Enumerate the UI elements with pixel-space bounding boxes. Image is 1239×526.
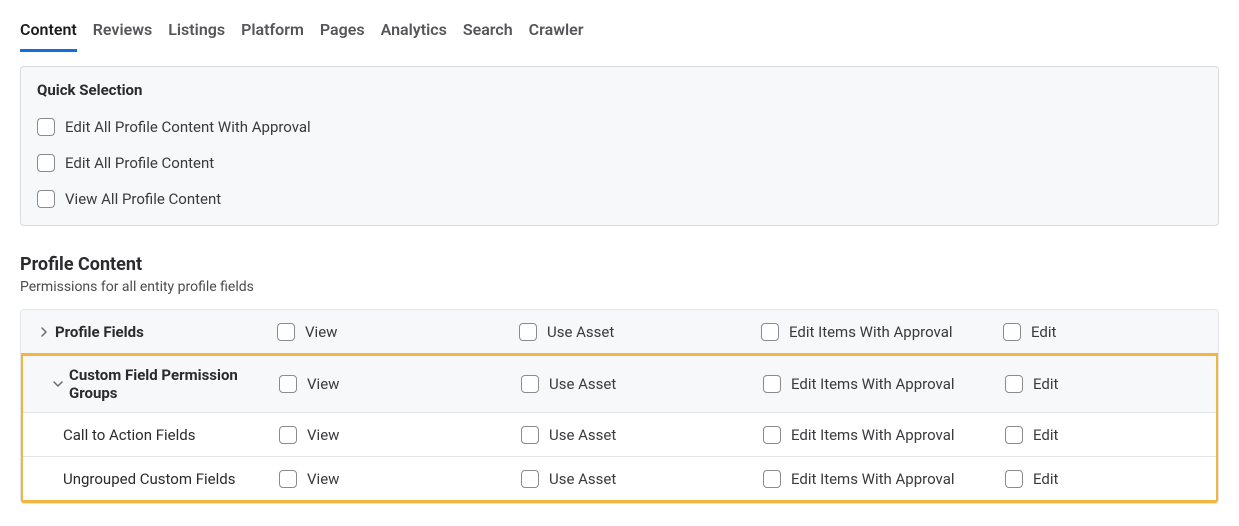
tab-crawler[interactable]: Crawler — [529, 14, 584, 52]
tab-bar: Content Reviews Listings Platform Pages … — [20, 0, 1219, 52]
checkbox-edit[interactable] — [1005, 470, 1023, 488]
chevron-down-icon — [53, 379, 63, 389]
quick-edit-all-row: Edit All Profile Content — [37, 145, 1202, 181]
perm-label: View — [307, 375, 339, 393]
label-edit-all: Edit All Profile Content — [65, 154, 214, 172]
row-label-profile-fields[interactable]: Profile Fields — [21, 313, 277, 351]
quick-selection-title: Quick Selection — [37, 81, 1202, 99]
perm-view-profile-fields: View — [277, 323, 519, 341]
quick-view-all-row: View All Profile Content — [37, 181, 1202, 217]
perm-useasset-ungrouped: Use Asset — [521, 470, 763, 488]
tab-analytics[interactable]: Analytics — [381, 14, 447, 52]
perm-label: Edit — [1033, 470, 1058, 488]
checkbox-edit-all-approval[interactable] — [37, 118, 55, 136]
perm-label: View — [307, 470, 339, 488]
checkbox-use-asset[interactable] — [521, 470, 539, 488]
checkbox-view-all[interactable] — [37, 190, 55, 208]
checkbox-edit[interactable] — [1003, 323, 1021, 341]
tab-platform[interactable]: Platform — [241, 14, 304, 52]
row-label-text: Ungrouped Custom Fields — [63, 470, 235, 488]
perm-label: Use Asset — [547, 323, 614, 341]
perm-label: Edit Items With Approval — [791, 470, 955, 488]
profile-content-title: Profile Content — [20, 254, 1219, 275]
perm-label: Edit — [1033, 375, 1058, 393]
perm-label: Edit — [1031, 323, 1056, 341]
row-label-text: Profile Fields — [55, 323, 144, 341]
perm-editapproval-cfpg: Edit Items With Approval — [763, 375, 1005, 393]
perm-view-cfpg: View — [279, 375, 521, 393]
perm-label: Edit Items With Approval — [791, 375, 955, 393]
row-label-ungrouped: Ungrouped Custom Fields — [23, 460, 279, 498]
perm-editapproval-cta: Edit Items With Approval — [763, 426, 1005, 444]
perm-label: Edit Items With Approval — [789, 323, 953, 341]
row-label-cfpg[interactable]: Custom Field Permission Groups — [23, 356, 279, 412]
perm-row-ungrouped: Ungrouped Custom Fields View Use Asset E… — [23, 456, 1216, 500]
highlight-custom-field-group: Custom Field Permission Groups View Use … — [20, 353, 1219, 503]
perm-edit-cfpg: Edit — [1005, 375, 1216, 393]
tab-search[interactable]: Search — [463, 14, 513, 52]
perm-edit-cta: Edit — [1005, 426, 1216, 444]
perm-row-cta: Call to Action Fields View Use Asset Edi… — [23, 412, 1216, 456]
quick-selection-panel: Quick Selection Edit All Profile Content… — [20, 66, 1219, 226]
perm-label: Edit Items With Approval — [791, 426, 955, 444]
checkbox-view[interactable] — [279, 470, 297, 488]
tab-listings[interactable]: Listings — [168, 14, 225, 52]
checkbox-view[interactable] — [277, 323, 295, 341]
perm-useasset-cfpg: Use Asset — [521, 375, 763, 393]
checkbox-view[interactable] — [279, 426, 297, 444]
perm-row-profile-fields: Profile Fields View Use Asset Edit Items… — [21, 310, 1218, 354]
perm-view-cta: View — [279, 426, 521, 444]
perm-label: Use Asset — [549, 426, 616, 444]
tab-pages[interactable]: Pages — [320, 14, 365, 52]
profile-content-heading: Profile Content Permissions for all enti… — [20, 254, 1219, 295]
tab-reviews[interactable]: Reviews — [93, 14, 153, 52]
perm-edit-ungrouped: Edit — [1005, 470, 1216, 488]
label-edit-all-approval: Edit All Profile Content With Approval — [65, 118, 311, 136]
checkbox-use-asset[interactable] — [519, 323, 537, 341]
checkbox-edit-approval[interactable] — [761, 323, 779, 341]
checkbox-edit-approval[interactable] — [763, 426, 781, 444]
checkbox-use-asset[interactable] — [521, 375, 539, 393]
perm-row-cfpg: Custom Field Permission Groups View Use … — [23, 356, 1216, 412]
checkbox-edit[interactable] — [1005, 375, 1023, 393]
checkbox-edit-approval[interactable] — [763, 375, 781, 393]
perm-useasset-cta: Use Asset — [521, 426, 763, 444]
checkbox-view[interactable] — [279, 375, 297, 393]
row-label-text: Custom Field Permission Groups — [69, 366, 271, 402]
quick-edit-all-approval-row: Edit All Profile Content With Approval — [37, 109, 1202, 145]
checkbox-use-asset[interactable] — [521, 426, 539, 444]
checkbox-edit[interactable] — [1005, 426, 1023, 444]
row-label-cta: Call to Action Fields — [23, 416, 279, 454]
perm-label: Edit — [1033, 426, 1058, 444]
label-view-all: View All Profile Content — [65, 190, 221, 208]
profile-content-subtitle: Permissions for all entity profile field… — [20, 279, 1219, 295]
checkbox-edit-all[interactable] — [37, 154, 55, 172]
checkbox-edit-approval[interactable] — [763, 470, 781, 488]
perm-label: Use Asset — [549, 470, 616, 488]
perm-label: Use Asset — [549, 375, 616, 393]
chevron-right-icon — [39, 327, 49, 337]
perm-useasset-profile-fields: Use Asset — [519, 323, 761, 341]
perm-label: View — [307, 426, 339, 444]
perm-editapproval-ungrouped: Edit Items With Approval — [763, 470, 1005, 488]
perm-edit-profile-fields: Edit — [1003, 323, 1218, 341]
perm-label: View — [305, 323, 337, 341]
tab-content[interactable]: Content — [20, 14, 77, 52]
permissions-table: Profile Fields View Use Asset Edit Items… — [20, 309, 1219, 504]
perm-view-ungrouped: View — [279, 470, 521, 488]
perm-editapproval-profile-fields: Edit Items With Approval — [761, 323, 1003, 341]
row-label-text: Call to Action Fields — [63, 426, 195, 444]
